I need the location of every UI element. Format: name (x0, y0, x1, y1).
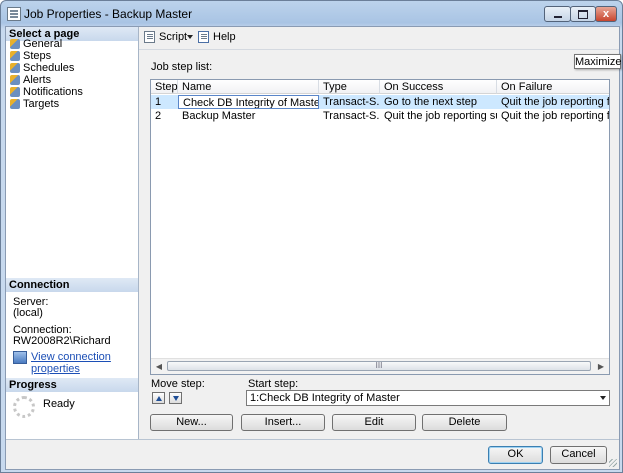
column-header-on-success[interactable]: On Success (380, 80, 497, 94)
close-icon: x (602, 8, 610, 20)
cell-type: Transact-S... (319, 95, 380, 109)
sidebar-item-alerts[interactable]: Alerts (10, 74, 51, 86)
maximize-button[interactable] (570, 6, 596, 22)
move-step-up-button[interactable] (152, 392, 165, 404)
sidebar: Select a page General Steps Schedules Al… (6, 27, 139, 439)
table-row[interactable]: 1 Check DB Integrity of Master Transact-… (151, 95, 609, 109)
move-step-down-button[interactable] (169, 392, 182, 404)
footer-divider (6, 439, 619, 440)
scroll-thumb[interactable]: III (167, 361, 591, 371)
insert-step-button[interactable]: Insert... (241, 414, 325, 431)
job-properties-window: Job Properties - Backup Master x Select … (0, 0, 623, 473)
sidebar-item-steps[interactable]: Steps (10, 50, 51, 62)
page-icon (10, 51, 20, 61)
cell-type: Transact-S... (323, 110, 380, 122)
script-icon (144, 31, 155, 43)
sidebar-item-targets[interactable]: Targets (10, 98, 59, 110)
progress-header: Progress (6, 378, 138, 392)
page-icon (10, 39, 20, 49)
page-icon (10, 87, 20, 97)
progress-spinner-icon (13, 396, 35, 418)
column-header-step[interactable]: Step (151, 80, 178, 94)
connection-properties-icon (13, 351, 27, 364)
cell-on-failure: Quit the job reporting failure (497, 95, 609, 109)
ok-button[interactable]: OK (488, 446, 543, 464)
script-dropdown-icon[interactable] (187, 35, 193, 39)
page-icon (10, 99, 20, 109)
server-value: (local) (13, 307, 43, 319)
cancel-button[interactable]: Cancel (550, 446, 607, 464)
window-title: Job Properties - Backup Master (24, 7, 193, 21)
table-row[interactable]: 2 Backup Master Transact-S... Quit the j… (151, 109, 609, 123)
help-icon (198, 31, 209, 43)
view-connection-properties-link[interactable]: View connection properties (13, 351, 138, 375)
job-step-grid[interactable]: Step Name Type On Success On Failure 1 C… (150, 79, 610, 375)
grid-header: Step Name Type On Success On Failure (151, 80, 609, 94)
edit-step-button[interactable]: Edit (332, 414, 416, 431)
toolbar-divider (139, 49, 619, 50)
script-button[interactable]: Script (144, 30, 187, 44)
minimize-icon (553, 16, 562, 18)
close-button[interactable]: x (595, 6, 617, 22)
title-bar[interactable]: Job Properties - Backup Master x (1, 1, 622, 27)
page-icon (10, 63, 20, 73)
column-header-name[interactable]: Name (178, 80, 319, 94)
scroll-right-icon[interactable]: ▶ (593, 359, 609, 374)
start-step-select[interactable]: 1:Check DB Integrity of Master (246, 390, 610, 406)
dialog-body: Select a page General Steps Schedules Al… (5, 26, 622, 470)
cell-on-success: Quit the job reporting success (384, 110, 497, 122)
job-step-list-label: Job step list: (151, 61, 213, 73)
column-header-on-failure[interactable]: On Failure (497, 80, 609, 94)
cell-name: Backup Master (182, 110, 256, 122)
start-step-label: Start step: (248, 378, 299, 390)
cell-name: Check DB Integrity of Master (178, 95, 319, 109)
column-header-type[interactable]: Type (319, 80, 380, 94)
sidebar-item-general[interactable]: General (10, 38, 62, 50)
connection-value: RW2008R2\Richard (13, 335, 111, 347)
cell-on-success: Go to the next step (380, 95, 497, 109)
sidebar-item-schedules[interactable]: Schedules (10, 62, 74, 74)
cell-step: 2 (155, 110, 162, 122)
scroll-left-icon[interactable]: ◀ (151, 359, 167, 374)
sidebar-item-notifications[interactable]: Notifications (10, 86, 83, 98)
maximize-tooltip: Maximize (574, 54, 622, 69)
cell-on-failure: Quit the job reporting failure (501, 110, 610, 122)
new-step-button[interactable]: New... (150, 414, 233, 431)
arrow-down-icon (172, 395, 179, 401)
horizontal-scrollbar[interactable]: ◀ III ▶ (151, 358, 609, 374)
page-icon (10, 75, 20, 85)
help-button[interactable]: Help (198, 30, 236, 44)
window-icon (7, 7, 21, 21)
maximize-icon (578, 9, 588, 19)
delete-step-button[interactable]: Delete (422, 414, 507, 431)
resize-grip-icon[interactable] (609, 459, 617, 467)
minimize-button[interactable] (544, 6, 571, 22)
connection-header: Connection (6, 278, 138, 292)
chevron-down-icon (600, 396, 606, 400)
progress-status: Ready (43, 398, 75, 410)
arrow-up-icon (155, 395, 162, 401)
move-step-label: Move step: (151, 378, 205, 390)
cell-step: 1 (151, 95, 178, 109)
